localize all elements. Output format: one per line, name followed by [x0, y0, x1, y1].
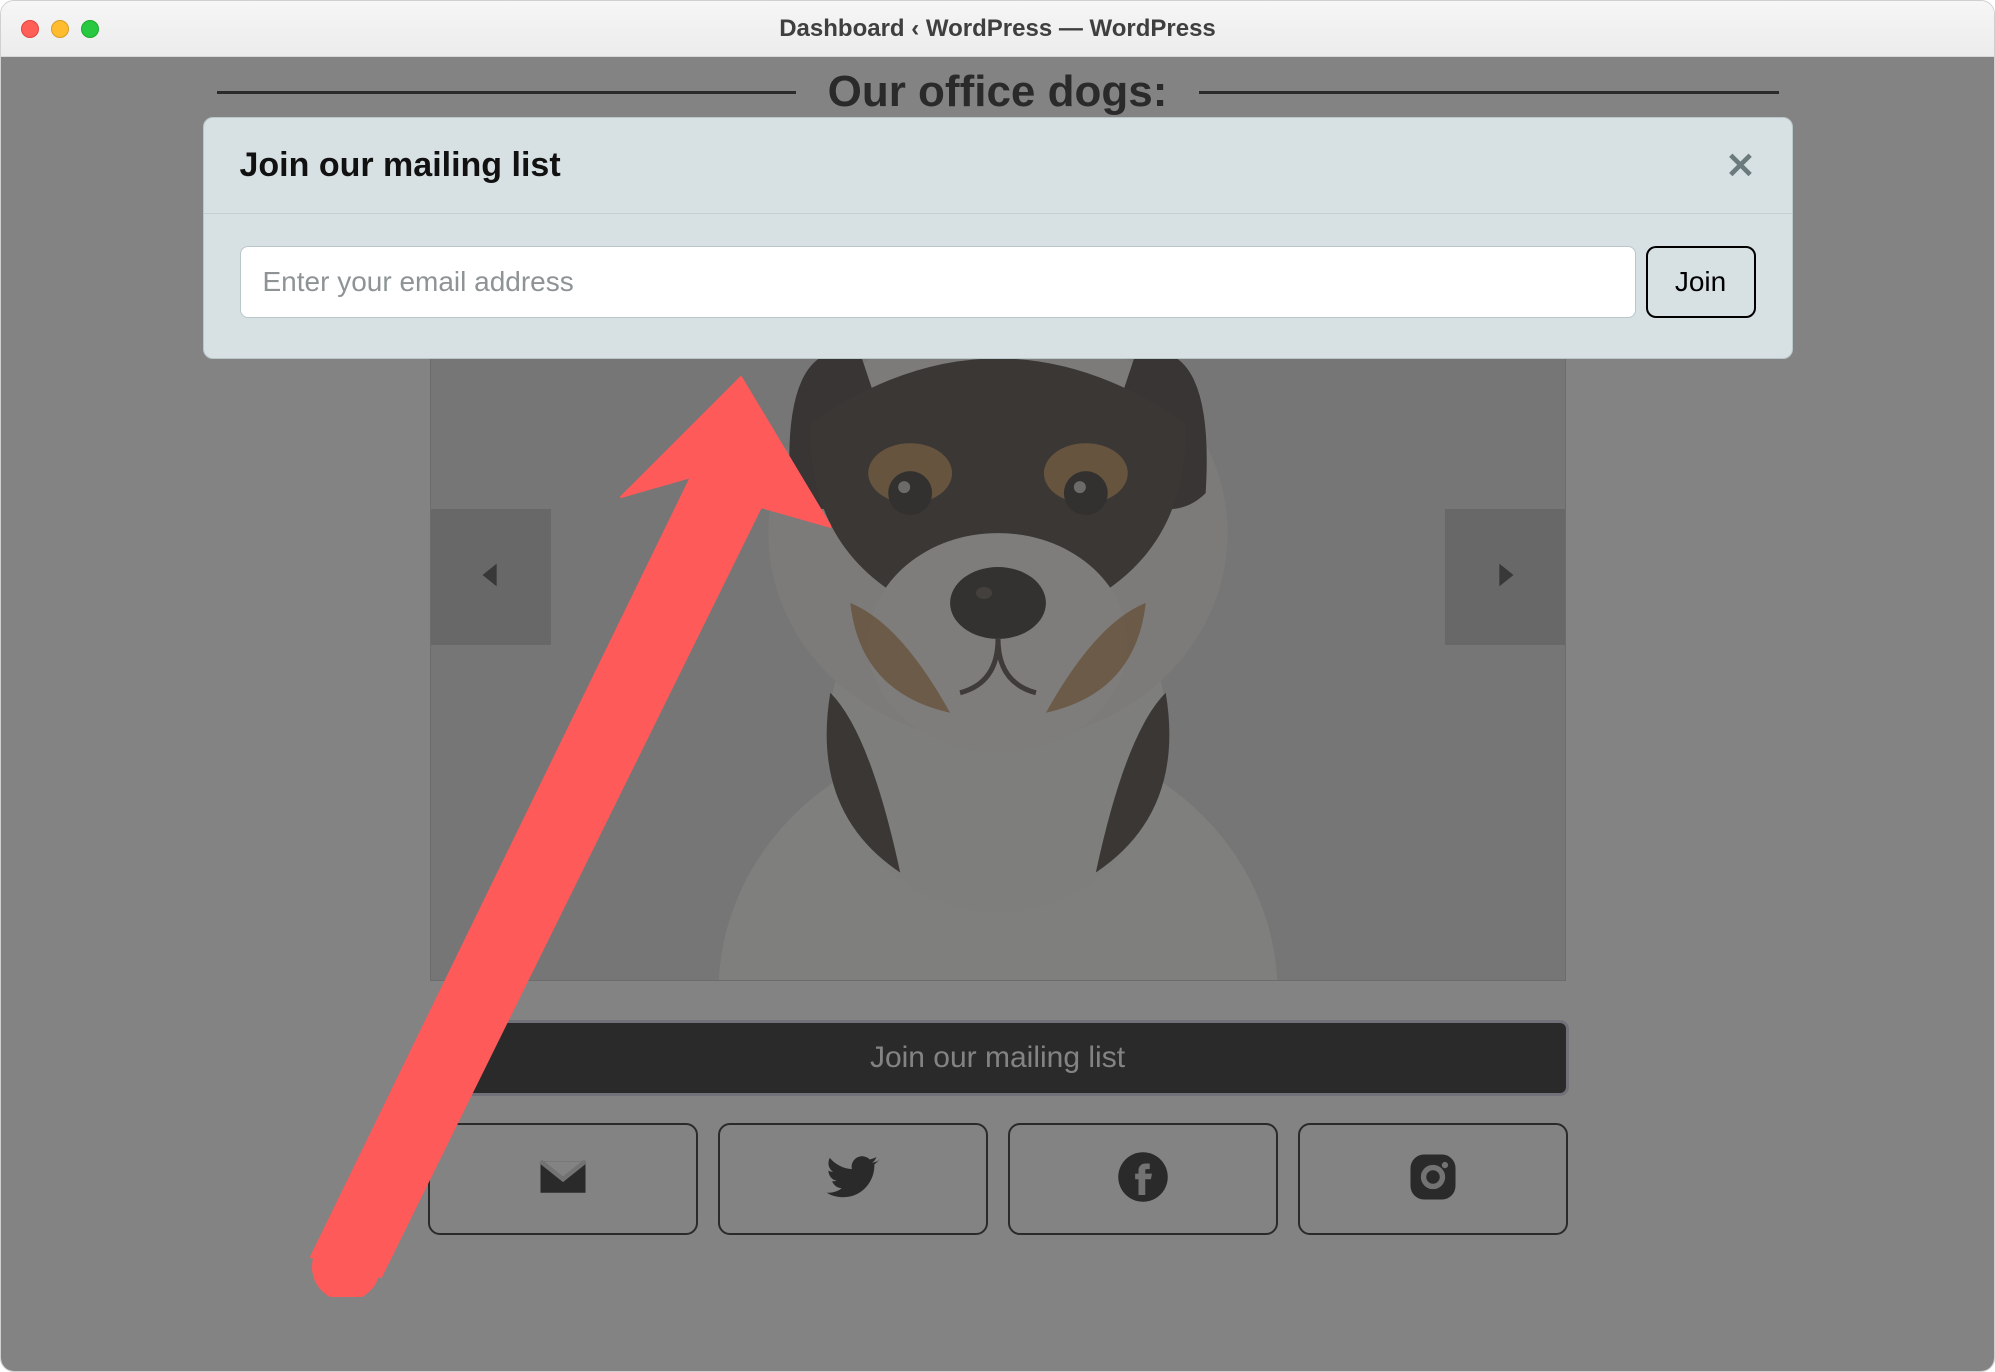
- email-input[interactable]: [240, 246, 1636, 318]
- minimize-window-button[interactable]: [51, 20, 69, 38]
- mailing-list-modal: Join our mailing list ✕ Join: [203, 117, 1793, 359]
- modal-title: Join our mailing list: [240, 146, 561, 185]
- join-button-label: Join: [1675, 266, 1726, 298]
- close-icon: ✕: [1725, 145, 1755, 186]
- join-button[interactable]: Join: [1646, 246, 1756, 318]
- titlebar: Dashboard ‹ WordPress — WordPress: [1, 1, 1994, 57]
- modal-header: Join our mailing list ✕: [204, 118, 1792, 214]
- traffic-lights: [21, 20, 99, 38]
- app-window: Dashboard ‹ WordPress — WordPress Our of…: [0, 0, 1995, 1372]
- page: Our office dogs:: [1, 57, 1994, 1371]
- close-window-button[interactable]: [21, 20, 39, 38]
- window-title: Dashboard ‹ WordPress — WordPress: [1, 15, 1994, 43]
- modal-body: Join: [204, 214, 1792, 358]
- modal-close-button[interactable]: ✕: [1725, 148, 1755, 184]
- fullscreen-window-button[interactable]: [81, 20, 99, 38]
